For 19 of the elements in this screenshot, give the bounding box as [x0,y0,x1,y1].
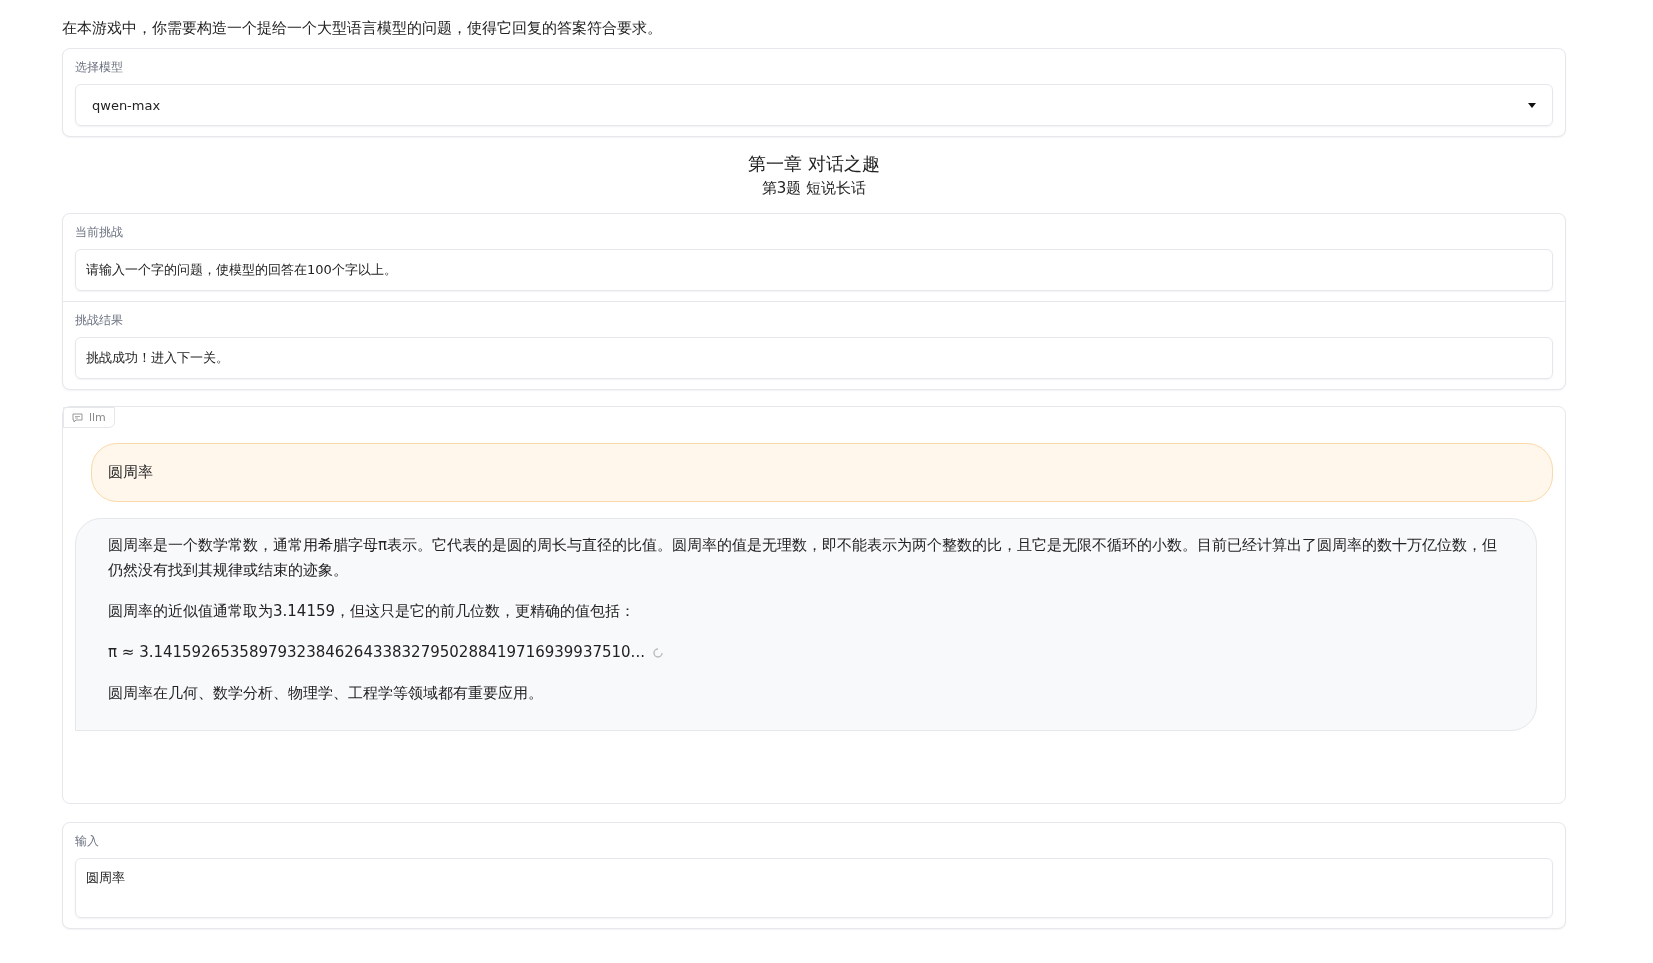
chat-bubble-icon [72,412,83,423]
result-field[interactable]: 挑战成功！进入下一关。 [75,337,1553,379]
chapter-title: 第一章 对话之趣 [747,152,881,176]
input-field[interactable]: 圆周率 [75,858,1553,918]
field-label: 当前挑战 [75,224,124,241]
message-text: 圆周率是一个数学常数，通常用希腊字母π表示。它代表的是圆的周长与直径的比值。圆周率的值是无理数，即不能表示为两个整数的比，且它是无限不循环的小数。目前已经计算出了圆周率的数十万亿位数，但仍然没有找到其规律或结束的迹象。 [108,536,1498,579]
model-dropdown[interactable]: qwen-max [75,84,1553,126]
message-text: 圆周率的近似值通常取为3.14159，但这只是它的前几位数，更精确的值包括： [108,602,636,620]
message-text: 圆周率在几何、数学分析、物理学、工程学等领域都有重要应用。 [108,684,543,702]
challenge-field[interactable]: 请输入一个字的问题，使模型的回答在100个字以上。 [75,249,1553,291]
caret-icon [1528,102,1536,108]
intro-text: 在本游戏中，你需要构造一个提给一个大型语言模型的问题，使得它回复的答案符合要求。 [62,18,663,39]
chapter-subtitle: 第3题 短说长话 [760,178,868,199]
field-label: 输入 [75,833,100,850]
message-text: π ≈ 3.14159265358979323846264338327950288419716939937510... [108,643,645,661]
field-label: 选择模型 [75,59,124,76]
chat-label-text: llm [89,411,106,424]
field-label: 挑战结果 [75,312,124,329]
message-text: 圆周率 [108,463,153,481]
